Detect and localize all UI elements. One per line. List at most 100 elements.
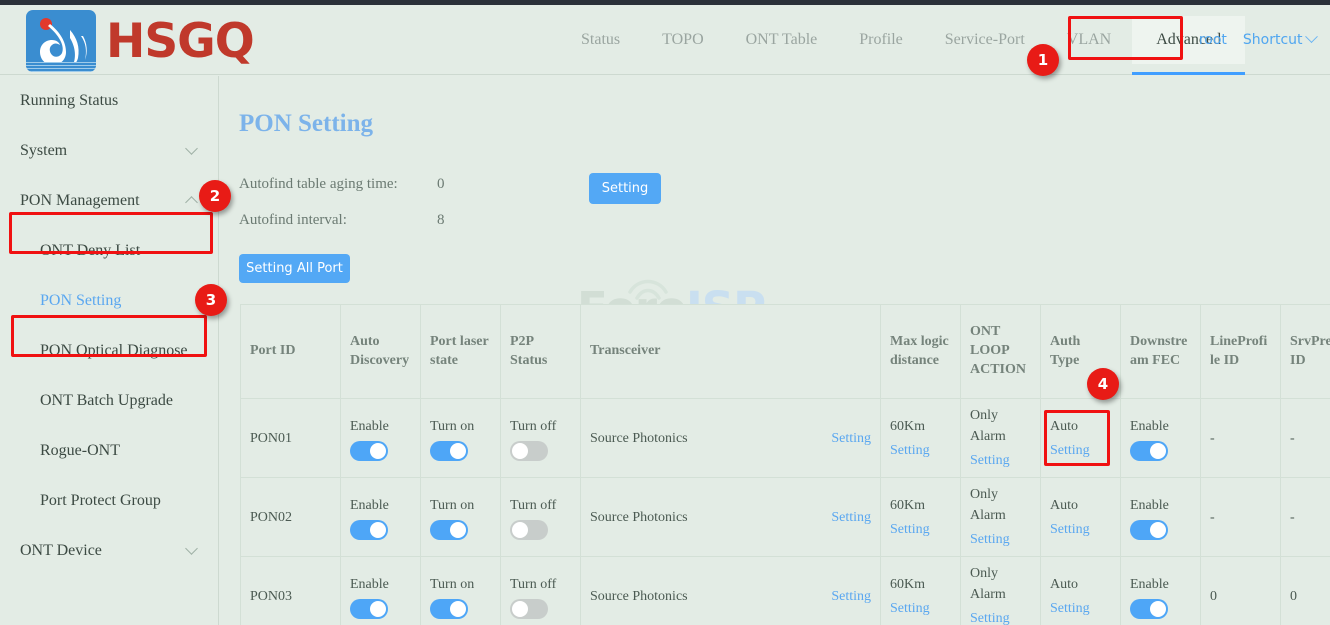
cell-port-laser-state: Turn on	[421, 399, 501, 478]
cell-line-profile-id: -	[1201, 478, 1281, 557]
toggle-label: Enable	[1130, 495, 1169, 516]
p2p-status-toggle[interactable]	[510, 520, 548, 540]
nav-item-status[interactable]: Status	[560, 31, 641, 49]
sidebar-item-running-status[interactable]: Running Status	[0, 76, 218, 126]
cell-downstream-fec: Enable	[1121, 557, 1201, 625]
cell-p2p-status: Turn off	[501, 399, 581, 478]
toggle-label: Turn on	[430, 495, 474, 516]
downstream-fec-toggle[interactable]	[1130, 599, 1168, 619]
downstream-fec-toggle[interactable]	[1130, 520, 1168, 540]
cell-srv-pre-id: -	[1281, 478, 1330, 557]
cell-srv-pre-id: -	[1281, 399, 1330, 478]
sidebar-item-port-protect-group[interactable]: Port Protect Group	[0, 476, 218, 526]
p2p-status-toggle[interactable]	[510, 441, 548, 461]
sidebar-item-ont-deny-list[interactable]: ONT Deny List	[0, 226, 218, 276]
max-logic-distance-setting-link[interactable]: Setting	[890, 440, 951, 461]
auth-type-value: Auto	[1050, 495, 1111, 516]
max-logic-distance-setting-link[interactable]: Setting	[890, 598, 951, 619]
sidebar-label: PON Setting	[40, 292, 121, 310]
nav-item-service-port[interactable]: Service-Port	[924, 31, 1046, 49]
auth-type-setting-link[interactable]: Setting	[1050, 519, 1111, 540]
col-max-logic-distance: Max logic distance	[881, 305, 961, 399]
header-right-group: root Shortcut	[1199, 5, 1316, 75]
auto-discovery-toggle[interactable]	[350, 520, 388, 540]
setting-all-port-button[interactable]: Setting All Port	[239, 254, 350, 283]
transceiver-value: Source Photonics	[590, 586, 688, 607]
auth-type-setting-link[interactable]: Setting	[1050, 440, 1111, 461]
sidebar-label: Running Status	[20, 92, 118, 110]
col-transceiver: Transceiver	[581, 305, 881, 399]
cell-auto-discovery: Enable	[341, 557, 421, 625]
ont-loop-action-value: Only Alarm	[970, 405, 1031, 447]
auth-type-value: Auto	[1050, 574, 1111, 595]
brand-name: HSGQ	[106, 18, 254, 65]
watermark-wifi-arc-icon	[624, 272, 680, 302]
sidebar-item-system[interactable]: System	[0, 126, 218, 176]
cell-p2p-status: Turn off	[501, 557, 581, 625]
toggle-label: Enable	[350, 574, 389, 595]
shortcut-menu[interactable]: Shortcut	[1243, 32, 1316, 48]
downstream-fec-toggle[interactable]	[1130, 441, 1168, 461]
sidebar-label: Port Protect Group	[40, 492, 161, 510]
cell-auth-type: Auto Setting	[1041, 478, 1121, 557]
sidebar-item-pon-optical-diagnose[interactable]: PON Optical Diagnose	[0, 326, 218, 376]
table-row: PON01 Enable Turn on	[241, 399, 1330, 478]
sidebar-item-ont-device[interactable]: ONT Device	[0, 526, 218, 576]
cell-port-id: PON03	[241, 557, 341, 625]
chevron-down-icon	[1305, 30, 1318, 43]
table-row: PON03 Enable Turn on	[241, 557, 1330, 625]
transceiver-setting-link[interactable]: Setting	[831, 428, 871, 449]
col-downstream-fec: Downstream FEC	[1121, 305, 1201, 399]
port-laser-toggle[interactable]	[430, 599, 468, 619]
cell-port-id: PON01	[241, 399, 341, 478]
port-laser-toggle[interactable]	[430, 441, 468, 461]
sidebar-label: Rogue-ONT	[40, 442, 120, 460]
cell-transceiver: Source Photonics Setting	[581, 557, 881, 625]
setting-button[interactable]: Setting	[589, 173, 661, 204]
sidebar-item-pon-management[interactable]: PON Management	[0, 176, 218, 226]
autofind-interval-label: Autofind interval:	[239, 212, 347, 229]
sidebar-label: ONT Deny List	[40, 242, 140, 260]
max-logic-distance-setting-link[interactable]: Setting	[890, 519, 951, 540]
hsgq-logo-icon	[26, 10, 96, 72]
cell-auth-type: Auto Setting	[1041, 399, 1121, 478]
ont-loop-action-value: Only Alarm	[970, 484, 1031, 526]
port-laser-toggle[interactable]	[430, 520, 468, 540]
nav-item-ont-table[interactable]: ONT Table	[725, 31, 839, 49]
sidebar-item-rogue-ont[interactable]: Rogue-ONT	[0, 426, 218, 476]
sidebar-item-ont-batch-upgrade[interactable]: ONT Batch Upgrade	[0, 376, 218, 426]
toggle-label: Enable	[350, 416, 389, 437]
table-header-row: Port ID Auto Discovery Port laser state …	[241, 305, 1330, 399]
nav-item-profile[interactable]: Profile	[838, 31, 924, 49]
transceiver-value: Source Photonics	[590, 428, 688, 449]
cell-port-laser-state: Turn on	[421, 478, 501, 557]
sidebar-label: ONT Batch Upgrade	[40, 392, 173, 410]
col-port-laser-state: Port laser state	[421, 305, 501, 399]
chevron-down-icon	[185, 142, 198, 155]
cell-transceiver: Source Photonics Setting	[581, 478, 881, 557]
col-port-id: Port ID	[241, 305, 341, 399]
main-content: PON Setting Autofind table aging time: 0…	[220, 76, 1330, 625]
toggle-label: Enable	[350, 495, 389, 516]
sidebar-item-pon-setting[interactable]: PON Setting	[0, 276, 218, 326]
ont-loop-action-setting-link[interactable]: Setting	[970, 529, 1031, 550]
transceiver-setting-link[interactable]: Setting	[831, 507, 871, 528]
col-line-profile-id: LineProfile ID	[1201, 305, 1281, 399]
nav-item-topo[interactable]: TOPO	[641, 31, 725, 49]
auto-discovery-toggle[interactable]	[350, 599, 388, 619]
cell-max-logic-distance: 60Km Setting	[881, 399, 961, 478]
user-menu[interactable]: root	[1199, 32, 1227, 48]
nav-item-vlan[interactable]: VLAN	[1046, 31, 1132, 49]
max-logic-distance-value: 60Km	[890, 495, 951, 516]
ont-loop-action-setting-link[interactable]: Setting	[970, 608, 1031, 625]
auth-type-setting-link[interactable]: Setting	[1050, 598, 1111, 619]
p2p-status-toggle[interactable]	[510, 599, 548, 619]
ont-loop-action-setting-link[interactable]: Setting	[970, 450, 1031, 471]
max-logic-distance-value: 60Km	[890, 416, 951, 437]
brand-logo[interactable]: HSGQ	[26, 10, 254, 72]
col-auto-discovery: Auto Discovery	[341, 305, 421, 399]
auto-discovery-toggle[interactable]	[350, 441, 388, 461]
transceiver-setting-link[interactable]: Setting	[831, 586, 871, 607]
autofind-aging-value: 0	[437, 176, 445, 193]
toggle-label: Turn on	[430, 574, 474, 595]
